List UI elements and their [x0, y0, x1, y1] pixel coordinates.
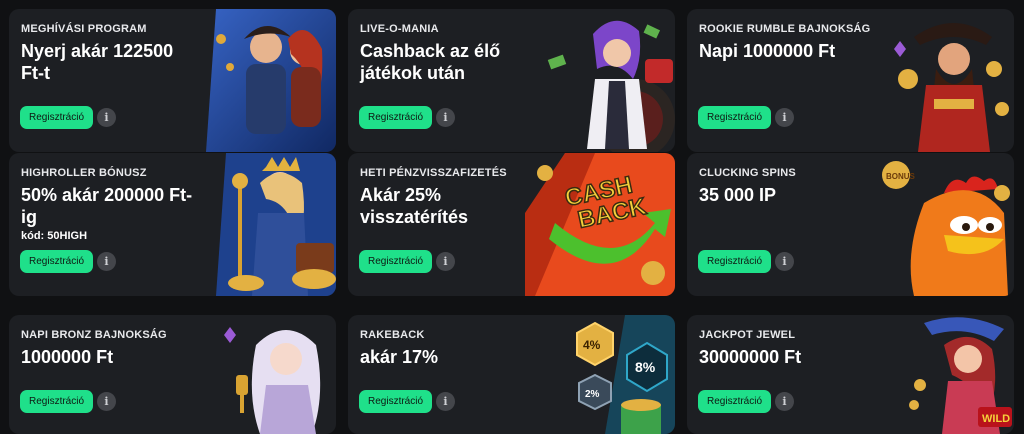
promo-title: Nyerj akár 122500 Ft-t	[21, 41, 174, 83]
promo-eyebrow: LIVE-O-MANIA	[360, 23, 439, 35]
info-icon[interactable]: i	[436, 252, 455, 271]
wild-art-text: WILD	[982, 413, 1010, 425]
promo-title: 35 000 IP	[699, 185, 777, 205]
croupier-illustration	[547, 20, 675, 152]
info-icon[interactable]: i	[436, 392, 455, 411]
jewel-girl-illustration: WILD	[909, 317, 1012, 434]
bonus-coin-text: BONUS	[886, 172, 916, 181]
info-icon[interactable]: i	[775, 252, 794, 271]
register-button[interactable]: Regisztráció	[698, 250, 772, 273]
register-button[interactable]: Regisztráció	[359, 390, 433, 413]
promo-eyebrow: NAPI BRONZ BAJNOKSÁG	[21, 329, 167, 341]
promo-title: Napi 1000000 Ft	[699, 41, 836, 61]
promo-eyebrow: JACKPOT JEWEL	[699, 329, 796, 341]
promo-title: 50% akár 200000 Ft-ig	[21, 185, 193, 227]
register-button[interactable]: Regisztráció	[359, 250, 433, 273]
elf-girl-illustration	[224, 327, 321, 434]
promo-card-weekly-cashback[interactable]: CASHBACK HETI PÉNZVISSZAFIZETÉS Akár 25%…	[348, 153, 675, 296]
promo-title: Cashback az élő játékok után	[360, 41, 501, 83]
promo-eyebrow: HETI PÉNZVISSZAFIZETÉS	[360, 167, 507, 179]
promo-card-rookie-rumble[interactable]: ROOKIE RUMBLE BAJNOKSÁG Napi 1000000 Ft …	[687, 9, 1014, 152]
promo-title: 1000000 Ft	[21, 347, 114, 367]
register-button[interactable]: Regisztráció	[20, 250, 94, 273]
promo-card-highroller[interactable]: HIGHROLLER BÓNUSZ 50% akár 200000 Ft-ig …	[9, 153, 336, 296]
info-icon[interactable]: i	[775, 108, 794, 127]
promo-card-jackpot-jewel[interactable]: WILD JACKPOT JEWEL 30000000 Ft Regisztrá…	[687, 315, 1014, 434]
promo-title: akár 17%	[360, 347, 439, 367]
promo-eyebrow: CLUCKING SPINS	[699, 167, 796, 179]
promo-card-rakeback[interactable]: 4% 8% 2% RAKEBACK akár 17% Regisztráció …	[348, 315, 675, 434]
promo-card-invite[interactable]: MEGHÍVÁSI PROGRAM Nyerj akár 122500 Ft-t…	[9, 9, 336, 152]
register-button[interactable]: Regisztráció	[20, 390, 94, 413]
rakeback-badges-illustration: 4% 8% 2%	[576, 315, 675, 434]
promo-eyebrow: HIGHROLLER BÓNUSZ	[21, 167, 147, 179]
info-icon[interactable]: i	[97, 252, 116, 271]
badge-2-text: 2%	[585, 389, 600, 400]
register-button[interactable]: Regisztráció	[698, 390, 772, 413]
promo-card-live-o-mania[interactable]: LIVE-O-MANIA Cashback az élő játékok utá…	[348, 9, 675, 152]
promo-title: Akár 25% visszatérítés	[360, 185, 469, 227]
badge-4-text: 4%	[583, 338, 601, 352]
promo-eyebrow: ROOKIE RUMBLE BAJNOKSÁG	[699, 23, 871, 35]
promo-card-clucking-spins[interactable]: BONUS CLUCKING SPINS 35 000 IP Regisztrá…	[687, 153, 1014, 296]
promo-eyebrow: MEGHÍVÁSI PROGRAM	[21, 23, 147, 35]
register-button[interactable]: Regisztráció	[698, 106, 772, 129]
promo-card-bronze-tournament[interactable]: NAPI BRONZ BAJNOKSÁG 1000000 Ft Regisztr…	[9, 315, 336, 434]
promotions-grid: MEGHÍVÁSI PROGRAM Nyerj akár 122500 Ft-t…	[0, 0, 1024, 434]
info-icon[interactable]: i	[97, 108, 116, 127]
pirate-captain-illustration	[894, 23, 1009, 152]
info-icon[interactable]: i	[97, 392, 116, 411]
badge-8-text: 8%	[635, 359, 656, 375]
promo-eyebrow: RAKEBACK	[360, 329, 425, 341]
register-button[interactable]: Regisztráció	[359, 106, 433, 129]
promo-code: kód: 50HIGH	[21, 230, 88, 242]
info-icon[interactable]: i	[436, 108, 455, 127]
pirates-illustration	[196, 9, 336, 152]
register-button[interactable]: Regisztráció	[20, 106, 94, 129]
rooster-illustration: BONUS	[882, 161, 1010, 296]
promo-title: 30000000 Ft	[699, 347, 802, 367]
queen-treasure-illustration	[216, 153, 336, 296]
cashback-arrow-illustration: CASHBACK	[525, 153, 675, 296]
info-icon[interactable]: i	[775, 392, 794, 411]
